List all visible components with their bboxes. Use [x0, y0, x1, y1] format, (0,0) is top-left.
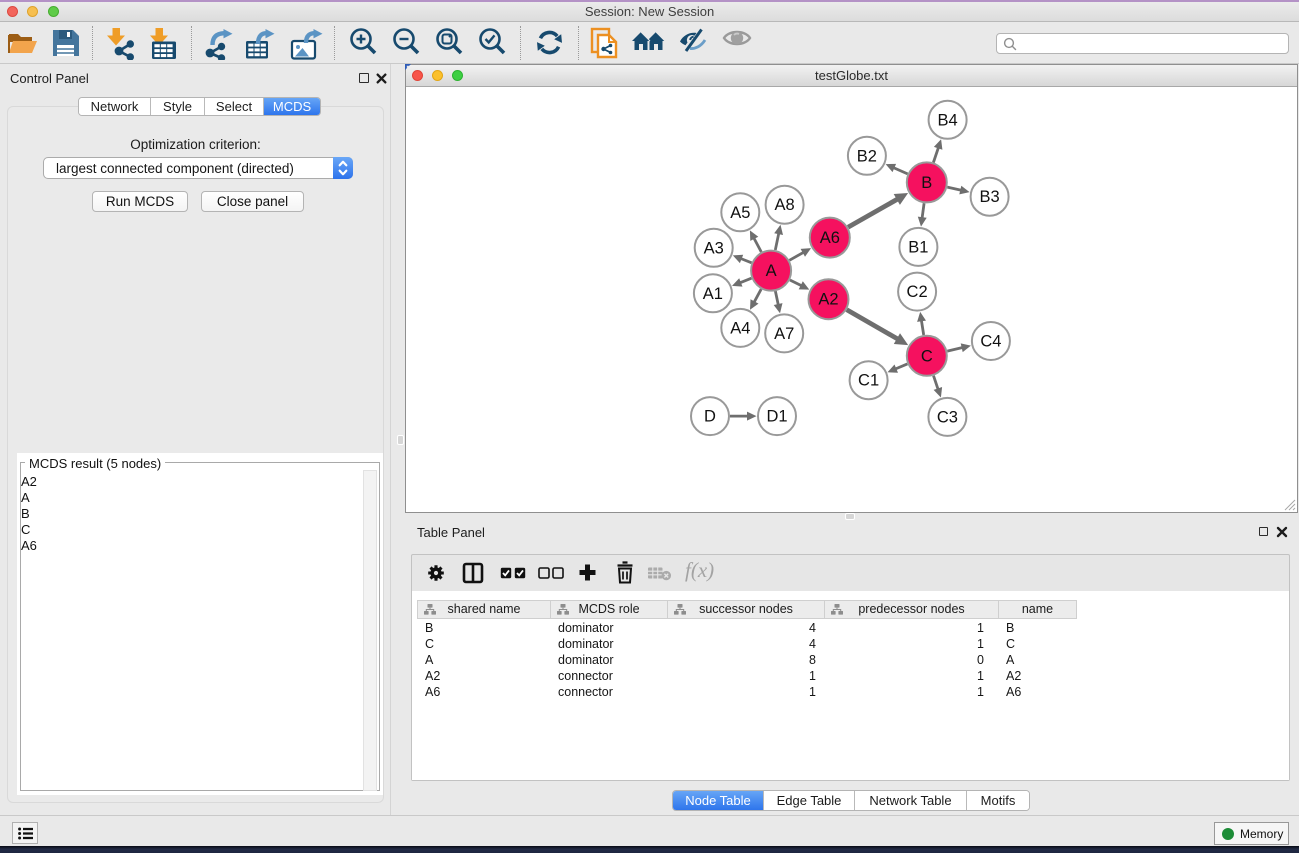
svg-text:A3: A3: [704, 239, 724, 257]
svg-text:B4: B4: [938, 111, 958, 129]
svg-text:A: A: [766, 262, 777, 280]
svg-text:D: D: [704, 408, 716, 426]
svg-text:B3: B3: [980, 188, 1000, 206]
svg-text:A4: A4: [730, 319, 750, 337]
svg-text:A2: A2: [818, 291, 838, 309]
svg-text:B1: B1: [908, 238, 928, 256]
svg-text:A5: A5: [730, 204, 750, 222]
svg-text:D1: D1: [766, 408, 787, 426]
svg-text:C2: C2: [907, 283, 928, 301]
svg-text:B: B: [921, 174, 932, 192]
svg-text:B2: B2: [857, 147, 877, 165]
svg-text:A1: A1: [703, 285, 723, 303]
svg-text:A8: A8: [775, 196, 795, 214]
svg-text:C: C: [921, 347, 933, 365]
svg-text:A7: A7: [774, 325, 794, 343]
svg-text:C3: C3: [937, 408, 958, 426]
svg-text:C1: C1: [858, 372, 879, 390]
svg-text:A6: A6: [820, 229, 840, 247]
svg-text:C4: C4: [980, 333, 1001, 351]
